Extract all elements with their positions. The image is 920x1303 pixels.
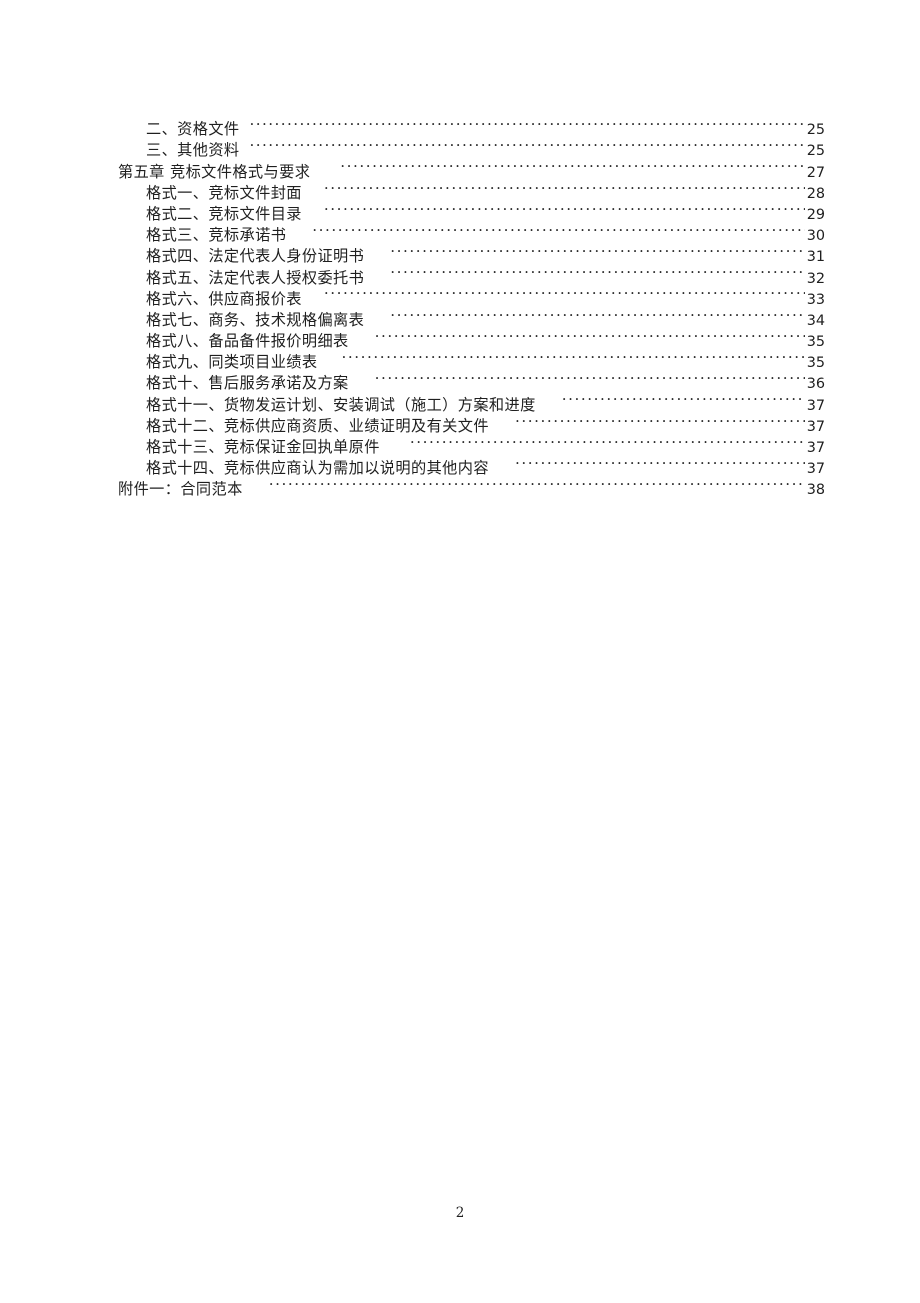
toc-entry-page-number: 28 bbox=[806, 185, 825, 202]
toc-entry[interactable]: 格式八、备品备件报价明细表 35 bbox=[0, 325, 920, 350]
toc-dot-leader bbox=[375, 325, 805, 346]
table-of-contents: 二、资格文件 25 三、其他资料 25 第五章 竞标文件格式与要求 27 格式一、竞标文件封… bbox=[0, 113, 920, 498]
toc-entry-title: 三、其他资料 bbox=[146, 141, 240, 160]
toc-entry-title: 格式九、同类项目业绩表 bbox=[146, 353, 318, 372]
toc-entry-title: 格式二、竞标文件目录 bbox=[146, 204, 302, 223]
toc-dot-leader bbox=[324, 198, 805, 219]
toc-entry-title: 格式七、商务、技术规格偏离表 bbox=[146, 310, 365, 329]
toc-entry-title: 格式三、竞标承诺书 bbox=[146, 226, 287, 245]
toc-entry[interactable]: 格式十三、竞标保证金回执单原件 37 bbox=[0, 431, 920, 456]
toc-dot-leader bbox=[410, 431, 805, 452]
toc-entry-title: 格式四、法定代表人身份证明书 bbox=[146, 247, 365, 266]
toc-entry-page-number: 37 bbox=[806, 397, 825, 414]
toc-dot-leader bbox=[375, 367, 805, 388]
toc-entry[interactable]: 格式五、法定代表人授权委托书32 bbox=[0, 261, 920, 286]
document-page: 二、资格文件 25 三、其他资料 25 第五章 竞标文件格式与要求 27 格式一、竞标文件封… bbox=[0, 0, 920, 1303]
toc-dot-leader bbox=[324, 283, 805, 304]
toc-entry-title: 格式六、供应商报价表 bbox=[146, 289, 302, 308]
toc-entry[interactable]: 三、其他资料 25 bbox=[0, 134, 920, 159]
toc-entry-page-number: 29 bbox=[806, 206, 825, 223]
toc-entry-title: 格式十三、竞标保证金回执单原件 bbox=[146, 438, 380, 456]
toc-entry[interactable]: 附件一：合同范本 38 bbox=[0, 473, 920, 498]
toc-entry-title: 格式十、售后服务承诺及方案 bbox=[146, 374, 349, 393]
toc-entry-page-number: 38 bbox=[806, 482, 825, 499]
toc-entry-title: 附件一：合同范本 bbox=[118, 480, 243, 499]
toc-entry-page-number: 34 bbox=[806, 312, 825, 329]
toc-dot-leader bbox=[562, 388, 805, 409]
toc-entry[interactable]: 格式四、法定代表人身份证明书 31 bbox=[0, 240, 920, 265]
toc-dot-leader bbox=[312, 219, 804, 240]
toc-entry[interactable]: 格式三、竞标承诺书 30 bbox=[0, 219, 920, 244]
toc-entry-page-number: 37 bbox=[806, 418, 825, 435]
toc-entry-page-number: 35 bbox=[806, 334, 825, 351]
toc-dot-leader bbox=[341, 346, 804, 367]
toc-entry[interactable]: 第五章 竞标文件格式与要求 27 bbox=[0, 155, 920, 180]
toc-dot-leader bbox=[250, 113, 807, 134]
toc-entry[interactable]: 格式六、供应商报价表 33 bbox=[0, 283, 920, 308]
toc-entry-page-number: 25 bbox=[806, 143, 825, 160]
toc-entry[interactable]: 二、资格文件 25 bbox=[0, 113, 920, 138]
toc-dot-leader bbox=[340, 155, 804, 176]
toc-entry-page-number: 37 bbox=[806, 461, 825, 478]
toc-entry[interactable]: 格式二、竞标文件目录 29 bbox=[0, 198, 920, 223]
toc-entry-title: 二、资格文件 bbox=[146, 120, 240, 139]
toc-entry-page-number: 31 bbox=[806, 249, 825, 266]
toc-dot-leader bbox=[250, 134, 807, 155]
toc-entry-page-number: 27 bbox=[806, 164, 825, 181]
toc-dot-leader bbox=[324, 177, 805, 198]
toc-dot-leader bbox=[515, 410, 805, 431]
toc-dot-leader bbox=[390, 304, 804, 325]
toc-entry[interactable]: 格式七、商务、技术规格偏离表 34 bbox=[0, 304, 920, 329]
toc-dot-leader bbox=[390, 240, 804, 261]
toc-entry-page-number: 35 bbox=[806, 355, 825, 372]
toc-entry-title: 格式八、备品备件报价明细表 bbox=[146, 332, 349, 351]
footer-page-number: 2 bbox=[455, 1205, 465, 1221]
toc-entry-page-number: 33 bbox=[806, 291, 825, 308]
toc-entry-page-number: 32 bbox=[806, 270, 825, 287]
toc-entry-title: 第五章 竞标文件格式与要求 bbox=[118, 162, 311, 181]
toc-entry[interactable]: 格式十四、竞标供应商认为需加以说明的其他内容37 bbox=[0, 452, 920, 477]
toc-dot-leader bbox=[515, 452, 805, 473]
toc-entry-page-number: 30 bbox=[806, 228, 825, 245]
toc-entry-page-number: 37 bbox=[806, 440, 825, 456]
toc-entry[interactable]: 格式十、售后服务承诺及方案 36 bbox=[0, 367, 920, 392]
toc-entry[interactable]: 格式九、同类项目业绩表 35 bbox=[0, 346, 920, 371]
toc-entry-page-number: 36 bbox=[806, 376, 825, 393]
toc-dot-leader bbox=[269, 473, 805, 494]
toc-entry[interactable]: 格式十一、货物发运计划、安装调试（施工）方案和进度 37 bbox=[0, 388, 920, 413]
toc-entry-page-number: 25 bbox=[806, 122, 825, 139]
toc-entry-title: 格式十一、货物发运计划、安装调试（施工）方案和进度 bbox=[146, 395, 536, 414]
toc-dot-leader bbox=[390, 261, 804, 282]
toc-entry-title: 格式一、竞标文件封面 bbox=[146, 183, 302, 202]
